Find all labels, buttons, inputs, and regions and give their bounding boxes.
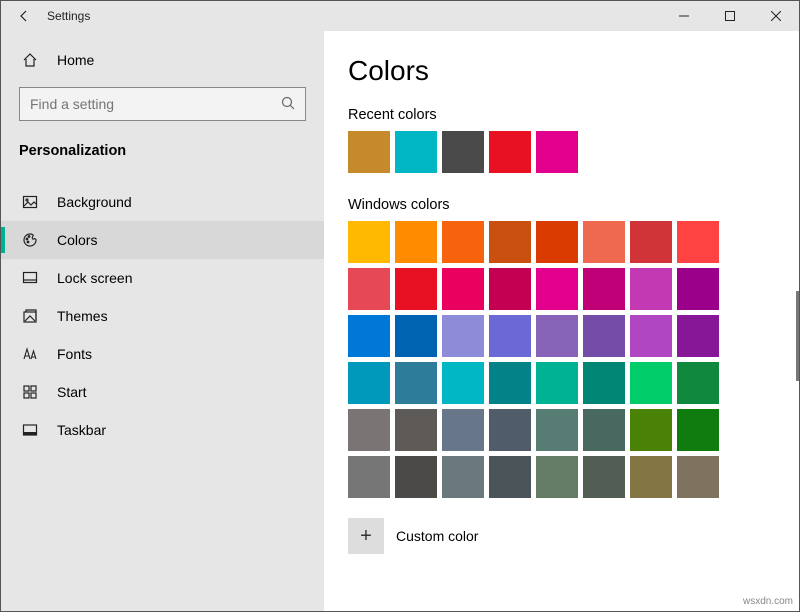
windows-colors-label: Windows colors <box>348 197 799 213</box>
sidebar-item-themes[interactable]: Themes <box>1 297 324 335</box>
color-swatch[interactable] <box>536 362 578 404</box>
sidebar-item-taskbar[interactable]: Taskbar <box>1 411 324 449</box>
sidebar-item-label: Start <box>57 384 87 400</box>
home-link[interactable]: Home <box>1 41 324 79</box>
color-swatch[interactable] <box>583 268 625 310</box>
sidebar-item-fonts[interactable]: Fonts <box>1 335 324 373</box>
search-input[interactable] <box>30 96 281 112</box>
sidebar: Home Personalization Background Colors Loc… <box>1 31 324 611</box>
color-swatch[interactable] <box>677 362 719 404</box>
recent-color-swatch[interactable] <box>489 131 531 173</box>
color-swatch[interactable] <box>395 362 437 404</box>
color-swatch[interactable] <box>395 315 437 357</box>
color-swatch[interactable] <box>630 362 672 404</box>
custom-color-label: Custom color <box>396 528 478 544</box>
color-swatch[interactable] <box>489 315 531 357</box>
recent-color-swatch[interactable] <box>348 131 390 173</box>
color-swatch[interactable] <box>583 456 625 498</box>
recent-color-swatch[interactable] <box>536 131 578 173</box>
sidebar-item-start[interactable]: Start <box>1 373 324 411</box>
lockscreen-icon <box>21 269 39 287</box>
color-swatch[interactable] <box>442 221 484 263</box>
sidebar-item-lock-screen[interactable]: Lock screen <box>1 259 324 297</box>
color-swatch[interactable] <box>677 268 719 310</box>
sidebar-item-label: Taskbar <box>57 422 106 438</box>
color-swatch[interactable] <box>348 268 390 310</box>
color-swatch[interactable] <box>489 409 531 451</box>
color-swatch[interactable] <box>442 362 484 404</box>
color-swatch[interactable] <box>442 456 484 498</box>
sidebar-item-colors[interactable]: Colors <box>1 221 324 259</box>
color-swatch[interactable] <box>583 409 625 451</box>
window-title: Settings <box>47 9 90 23</box>
color-swatch[interactable] <box>442 409 484 451</box>
scrollbar[interactable] <box>796 291 799 381</box>
color-swatch[interactable] <box>489 221 531 263</box>
recent-colors-label: Recent colors <box>348 107 799 123</box>
color-swatch[interactable] <box>348 409 390 451</box>
sidebar-item-label: Background <box>57 194 132 210</box>
close-button[interactable] <box>753 1 799 31</box>
home-icon <box>21 51 39 69</box>
themes-icon <box>21 307 39 325</box>
color-swatch[interactable] <box>630 221 672 263</box>
color-swatch[interactable] <box>630 315 672 357</box>
sidebar-item-background[interactable]: Background <box>1 183 324 221</box>
home-label: Home <box>57 52 94 68</box>
sidebar-item-label: Fonts <box>57 346 92 362</box>
color-swatch[interactable] <box>630 409 672 451</box>
color-swatch[interactable] <box>630 268 672 310</box>
color-swatch[interactable] <box>677 409 719 451</box>
add-custom-color-button[interactable]: + <box>348 518 384 554</box>
color-swatch[interactable] <box>536 409 578 451</box>
sidebar-item-label: Colors <box>57 232 97 248</box>
color-swatch[interactable] <box>395 221 437 263</box>
watermark: wsxdn.com <box>743 596 793 607</box>
fonts-icon <box>21 345 39 363</box>
sidebar-section-title: Personalization <box>1 127 324 169</box>
color-swatch[interactable] <box>536 456 578 498</box>
color-swatch[interactable] <box>677 456 719 498</box>
color-swatch[interactable] <box>536 268 578 310</box>
color-swatch[interactable] <box>489 456 531 498</box>
color-swatch[interactable] <box>395 409 437 451</box>
maximize-button[interactable] <box>707 1 753 31</box>
minimize-button[interactable] <box>661 1 707 31</box>
color-swatch[interactable] <box>583 362 625 404</box>
color-swatch[interactable] <box>677 221 719 263</box>
plus-icon: + <box>360 525 372 548</box>
recent-color-swatch[interactable] <box>442 131 484 173</box>
color-swatch[interactable] <box>348 456 390 498</box>
color-swatch[interactable] <box>583 315 625 357</box>
color-swatch[interactable] <box>583 221 625 263</box>
page-title: Colors <box>348 55 799 87</box>
color-swatch[interactable] <box>442 315 484 357</box>
color-swatch[interactable] <box>536 315 578 357</box>
search-box[interactable] <box>19 87 306 121</box>
color-swatch[interactable] <box>348 362 390 404</box>
color-swatch[interactable] <box>677 315 719 357</box>
search-icon <box>281 96 295 113</box>
color-swatch[interactable] <box>489 362 531 404</box>
color-swatch[interactable] <box>395 268 437 310</box>
color-swatch[interactable] <box>395 456 437 498</box>
taskbar-icon <box>21 421 39 439</box>
picture-icon <box>21 193 39 211</box>
color-swatch[interactable] <box>348 315 390 357</box>
color-swatch[interactable] <box>348 221 390 263</box>
start-icon <box>21 383 39 401</box>
sidebar-item-label: Lock screen <box>57 270 132 286</box>
recent-color-swatch[interactable] <box>395 131 437 173</box>
color-swatch[interactable] <box>630 456 672 498</box>
sidebar-item-label: Themes <box>57 308 108 324</box>
back-icon[interactable] <box>15 7 33 25</box>
color-swatch[interactable] <box>442 268 484 310</box>
color-swatch[interactable] <box>536 221 578 263</box>
titlebar: Settings <box>1 1 799 31</box>
palette-icon <box>21 231 39 249</box>
main-content: Colors Recent colors Windows colors + Cu… <box>324 31 799 611</box>
color-swatch[interactable] <box>489 268 531 310</box>
